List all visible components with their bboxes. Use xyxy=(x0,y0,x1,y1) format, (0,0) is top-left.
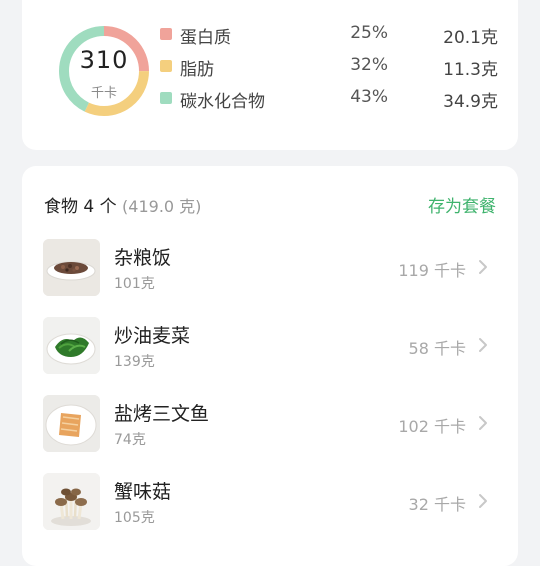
macro-name: 碳水化合物 xyxy=(180,92,265,112)
nutrition-summary-card: 310 千卡 蛋白质 25% 20.1克 脂肪 32% 11.3克 碳水化合物 … xyxy=(22,0,518,150)
food-name: 盐烤三文鱼 xyxy=(114,403,210,425)
rice-dish-icon xyxy=(43,239,100,296)
macro-percent: 43% xyxy=(350,87,388,107)
chevron-right-icon xyxy=(479,260,487,274)
macro-row-protein: 蛋白质 25% 20.1克 xyxy=(160,23,500,48)
foods-total-weight: (419.0 克) xyxy=(122,197,202,216)
food-list-item[interactable]: 炒油麦菜 139克 58 千卡 xyxy=(22,317,518,387)
chevron-right-icon xyxy=(479,494,487,508)
food-weight: 139克 xyxy=(114,354,155,370)
protein-legend-swatch xyxy=(160,28,172,40)
macro-row-fat: 脂肪 32% 11.3克 xyxy=(160,55,500,80)
total-calories: 310 xyxy=(79,46,129,74)
macro-row-carbs: 碳水化合物 43% 34.9克 xyxy=(160,87,500,112)
donut-center: 310 千卡 xyxy=(57,24,151,118)
food-list-item[interactable]: 蟹味菇 105克 32 千卡 xyxy=(22,473,518,543)
calorie-donut-chart: 310 千卡 xyxy=(57,24,151,118)
chevron-right-icon xyxy=(479,416,487,430)
macro-name: 蛋白质 xyxy=(180,28,231,48)
foods-count-title: 食物 4 个 xyxy=(44,197,117,217)
chevron-right-icon xyxy=(479,338,487,352)
calories-unit: 千卡 xyxy=(90,86,117,101)
foods-header: 食物 4 个 (419.0 克) xyxy=(44,192,201,217)
food-weight: 101克 xyxy=(114,276,155,292)
foods-list-card: 食物 4 个 (419.0 克) 存为套餐 杂粮饭 101克 119 千卡 炒油… xyxy=(22,166,518,566)
greens-dish-icon xyxy=(43,317,100,374)
food-calories: 102 千卡 xyxy=(398,417,466,436)
food-calories: 119 千卡 xyxy=(398,261,466,280)
fat-legend-swatch xyxy=(160,60,172,72)
food-list-item[interactable]: 杂粮饭 101克 119 千卡 xyxy=(22,239,518,309)
macro-percent: 25% xyxy=(350,23,388,43)
food-calories: 58 千卡 xyxy=(408,339,466,358)
macro-name: 脂肪 xyxy=(180,60,214,80)
macro-amount: 34.9克 xyxy=(443,92,498,112)
macro-percent: 32% xyxy=(350,55,388,75)
mushroom-icon xyxy=(43,473,100,530)
food-name: 炒油麦菜 xyxy=(114,325,191,347)
food-weight: 105克 xyxy=(114,510,155,526)
food-calories: 32 千卡 xyxy=(408,495,466,514)
carbs-legend-swatch xyxy=(160,92,172,104)
salmon-dish-icon xyxy=(43,395,100,452)
food-list-item[interactable]: 盐烤三文鱼 74克 102 千卡 xyxy=(22,395,518,465)
save-as-set-button[interactable]: 存为套餐 xyxy=(428,192,496,217)
macro-amount: 20.1克 xyxy=(443,28,498,48)
food-name: 蟹味菇 xyxy=(114,481,172,503)
food-weight: 74克 xyxy=(114,432,146,448)
macro-amount: 11.3克 xyxy=(443,60,498,80)
food-name: 杂粮饭 xyxy=(114,247,172,269)
